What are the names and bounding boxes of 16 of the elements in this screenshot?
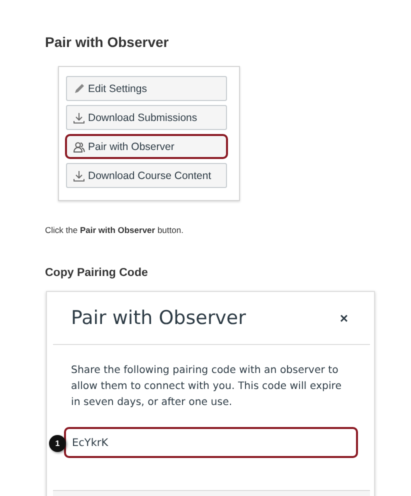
section-heading: Copy Pairing Code bbox=[45, 267, 149, 279]
people-icon bbox=[73, 140, 85, 152]
download-icon bbox=[73, 170, 85, 182]
pairing-code-field[interactable]: EcYkrK bbox=[64, 427, 358, 458]
section-heading: Pair with Observer bbox=[45, 34, 170, 50]
download-icon bbox=[73, 112, 85, 124]
dialog-title: Pair with Observer bbox=[71, 307, 246, 329]
close-button[interactable]: × bbox=[340, 310, 348, 326]
menu-button[interactable]: Download Course Content bbox=[66, 163, 227, 188]
menu-button[interactable]: Edit Settings bbox=[66, 76, 227, 101]
pencil-icon bbox=[73, 82, 85, 94]
step-badge: 1 bbox=[49, 435, 66, 452]
dialog-message: Share the following pairing code with an observer to allow them to connect with you. This code will expire in seven days, or after one use. bbox=[71, 364, 343, 410]
menu-button[interactable]: Pair with Observer bbox=[65, 134, 228, 159]
menu-button[interactable]: Download Submissions bbox=[66, 105, 227, 130]
instruction-text: Click the Pair with Observer button. bbox=[45, 225, 184, 235]
